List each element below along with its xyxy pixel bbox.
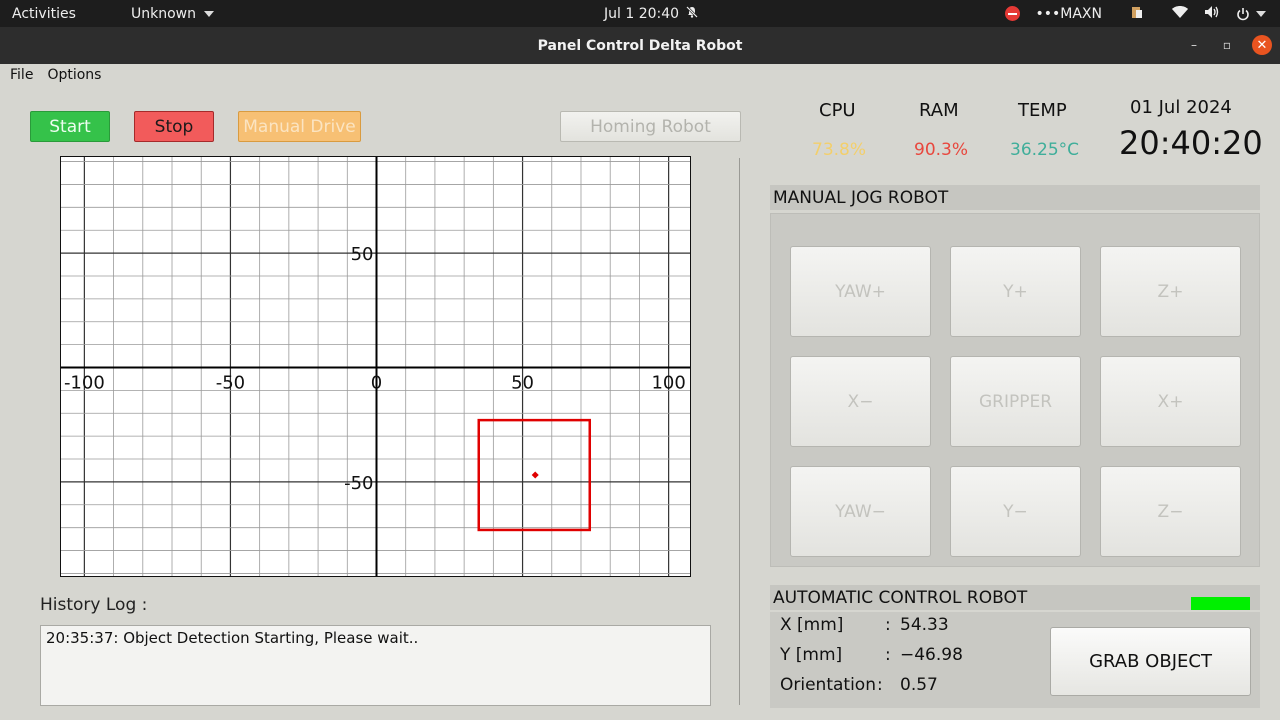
ram-value: 90.3% [914, 140, 969, 160]
status-indicator [1191, 597, 1250, 610]
temp-label: TEMP [1018, 100, 1067, 121]
maximize-button[interactable]: ▫ [1217, 35, 1237, 55]
gripper-button[interactable]: GRIPPER [950, 356, 1081, 447]
y-tick-label: 50 [351, 244, 374, 265]
minimize-button[interactable]: – [1184, 35, 1204, 55]
x-value: 54.33 [900, 615, 949, 635]
y-label: Y [mm] [780, 645, 843, 665]
orientation-label: Orientation [780, 675, 876, 695]
auto-control-title: AUTOMATIC CONTROL ROBOT [770, 585, 1260, 610]
workspace-menu[interactable]: Unknown [131, 0, 214, 27]
cpu-label: CPU [819, 100, 856, 121]
manual-jog-title: MANUAL JOG ROBOT [770, 185, 1260, 210]
jog-x-minus-button[interactable]: X− [790, 356, 931, 447]
bell-muted-icon [685, 5, 699, 23]
window-title-bar: Panel Control Delta Robot – ▫ ✕ [0, 27, 1280, 64]
power-mode-label[interactable]: •••MAXN [1036, 6, 1103, 22]
time-display: 20:40:20 [1119, 124, 1263, 162]
cpu-value: 73.8% [812, 140, 867, 160]
history-log-label: History Log : [40, 595, 148, 615]
window-title: Panel Control Delta Robot [537, 37, 743, 54]
x-row: X [mm] : 54.33 [780, 615, 949, 635]
x-tick-label: -50 [216, 373, 245, 394]
x-label: X [mm] [780, 615, 844, 635]
ram-label: RAM [919, 100, 959, 121]
orientation-colon: : [877, 675, 883, 695]
workspace-label: Unknown [131, 5, 196, 22]
x-tick-label: 50 [511, 373, 534, 394]
power-icon[interactable] [1236, 7, 1266, 21]
clock-menu[interactable]: Jul 1 20:40 [604, 0, 699, 27]
close-button[interactable]: ✕ [1252, 35, 1272, 55]
menu-options[interactable]: Options [47, 67, 101, 83]
panel-divider [739, 158, 740, 705]
plot-canvas: -100 -50 0 50 100 50 -50 [61, 157, 690, 576]
volume-icon[interactable] [1204, 5, 1220, 23]
wifi-icon[interactable] [1172, 5, 1188, 23]
y-value: −46.98 [900, 645, 963, 665]
temp-value: 36.25°C [1010, 140, 1080, 160]
x-colon: : [885, 615, 891, 635]
clipboard-icon[interactable] [1130, 5, 1144, 23]
jog-y-minus-button[interactable]: Y− [950, 466, 1081, 557]
system-top-bar: Activities Unknown Jul 1 20:40 •••MAXN [0, 0, 1280, 27]
system-tray[interactable]: •••MAXN [1004, 0, 1266, 27]
grab-object-button[interactable]: GRAB OBJECT [1050, 627, 1251, 696]
history-log-entry: 20:35:37: Object Detection Starting, Ple… [46, 629, 419, 647]
do-not-disturb-icon[interactable] [1004, 6, 1020, 21]
activities-button[interactable]: Activities [12, 0, 76, 27]
jog-z-minus-button[interactable]: Z− [1100, 466, 1241, 557]
jog-z-plus-button[interactable]: Z+ [1100, 246, 1241, 337]
jog-y-plus-button[interactable]: Y+ [950, 246, 1081, 337]
start-button[interactable]: Start [30, 111, 110, 142]
menu-bar: File Options [0, 64, 1280, 86]
orientation-row: Orientation : 0.57 [780, 675, 938, 695]
orientation-value: 0.57 [900, 675, 938, 695]
homing-robot-button[interactable]: Homing Robot [560, 111, 741, 142]
x-tick-label: 100 [651, 373, 685, 394]
clock-text: Jul 1 20:40 [604, 5, 680, 22]
chevron-down-icon [1256, 10, 1266, 17]
object-center-marker [531, 471, 539, 479]
chevron-down-icon [204, 10, 214, 17]
jog-x-plus-button[interactable]: X+ [1100, 356, 1241, 447]
workspace-plot: -100 -50 0 50 100 50 -50 [60, 156, 691, 577]
menu-file[interactable]: File [10, 67, 33, 83]
stop-button[interactable]: Stop [134, 111, 214, 142]
y-tick-label: -50 [344, 473, 373, 494]
x-tick-label: -100 [64, 373, 105, 394]
y-colon: : [885, 645, 891, 665]
history-log-box[interactable]: 20:35:37: Object Detection Starting, Ple… [40, 625, 711, 706]
jog-yaw-minus-button[interactable]: YAW− [790, 466, 931, 557]
jog-yaw-plus-button[interactable]: YAW+ [790, 246, 931, 337]
date-display: 01 Jul 2024 [1130, 97, 1232, 118]
y-row: Y [mm] : −46.98 [780, 645, 963, 665]
manual-drive-button[interactable]: Manual Drive [238, 111, 361, 142]
x-tick-label: 0 [371, 373, 382, 394]
